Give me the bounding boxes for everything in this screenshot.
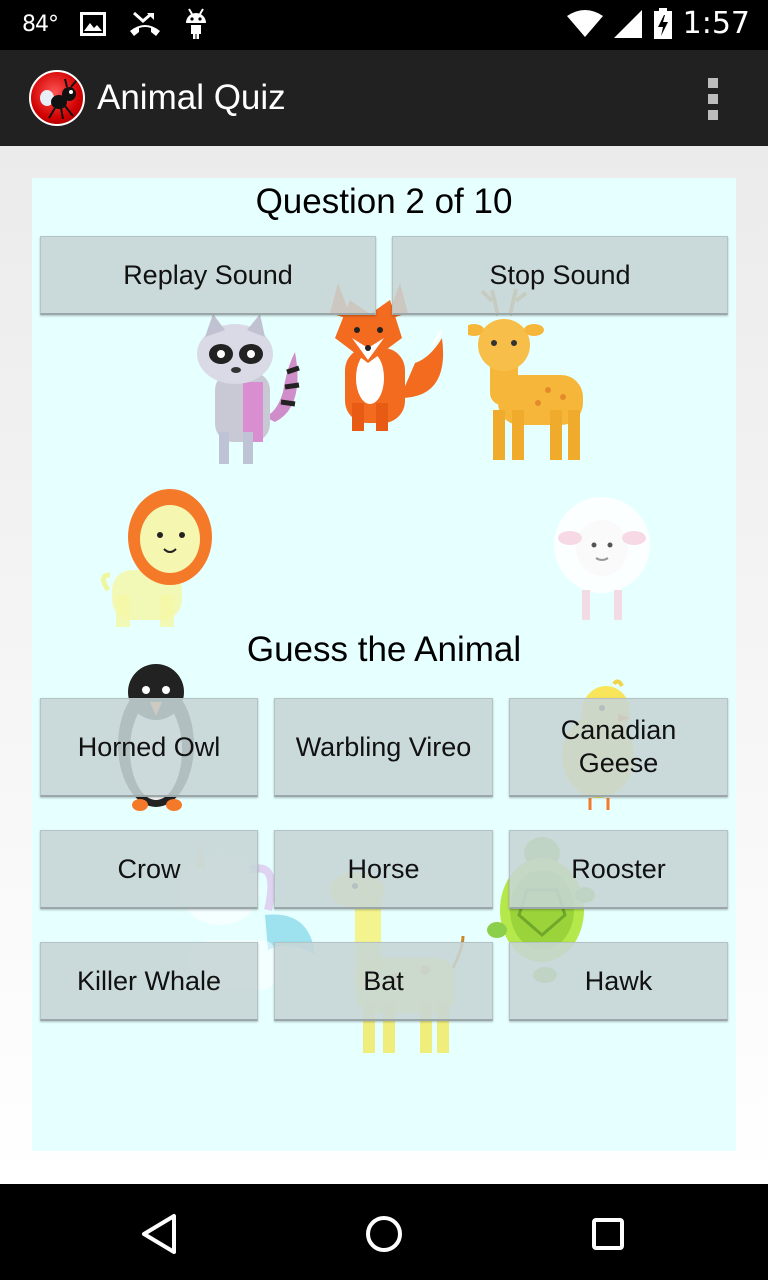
status-bar: 84° 1:57	[0, 0, 768, 50]
guess-prompt: Guess the Animal	[246, 630, 522, 669]
image-icon	[80, 12, 106, 36]
clock-text: 1:57	[682, 6, 750, 41]
answer-button-bat[interactable]: Bat	[274, 942, 493, 1021]
raccoon-art	[197, 314, 300, 464]
stop-sound-button[interactable]: Stop Sound	[392, 236, 728, 315]
recents-icon[interactable]	[584, 1210, 632, 1258]
ant-logo-icon	[29, 70, 85, 126]
android-icon	[186, 8, 206, 39]
missed-call-icon	[130, 11, 160, 36]
answer-button-canadian-geese[interactable]: Canadian Geese	[509, 698, 728, 797]
temperature-text: 84°	[22, 11, 59, 37]
home-icon[interactable]	[360, 1210, 408, 1258]
navigation-bar	[0, 1184, 768, 1280]
signal-icon	[613, 9, 642, 38]
overflow-menu-icon[interactable]	[702, 78, 724, 120]
action-bar: Animal Quiz	[0, 50, 768, 146]
sheep-art	[554, 497, 650, 620]
question-counter: Question 2 of 10	[255, 182, 513, 221]
lion-art	[101, 489, 212, 627]
answer-button-horned-owl[interactable]: Horned Owl	[40, 698, 258, 797]
answer-button-hawk[interactable]: Hawk	[509, 942, 728, 1021]
answer-button-killer-whale[interactable]: Killer Whale	[40, 942, 258, 1021]
answer-button-rooster[interactable]: Rooster	[509, 830, 728, 909]
back-icon[interactable]	[136, 1210, 184, 1258]
battery-charging-icon	[653, 7, 672, 39]
answer-button-crow[interactable]: Crow	[40, 830, 258, 909]
answer-button-warbling-vireo[interactable]: Warbling Vireo	[274, 698, 493, 797]
answer-button-horse[interactable]: Horse	[274, 830, 493, 909]
app-title: Animal Quiz	[97, 78, 286, 117]
replay-sound-button[interactable]: Replay Sound	[40, 236, 376, 315]
wifi-icon	[566, 9, 603, 37]
